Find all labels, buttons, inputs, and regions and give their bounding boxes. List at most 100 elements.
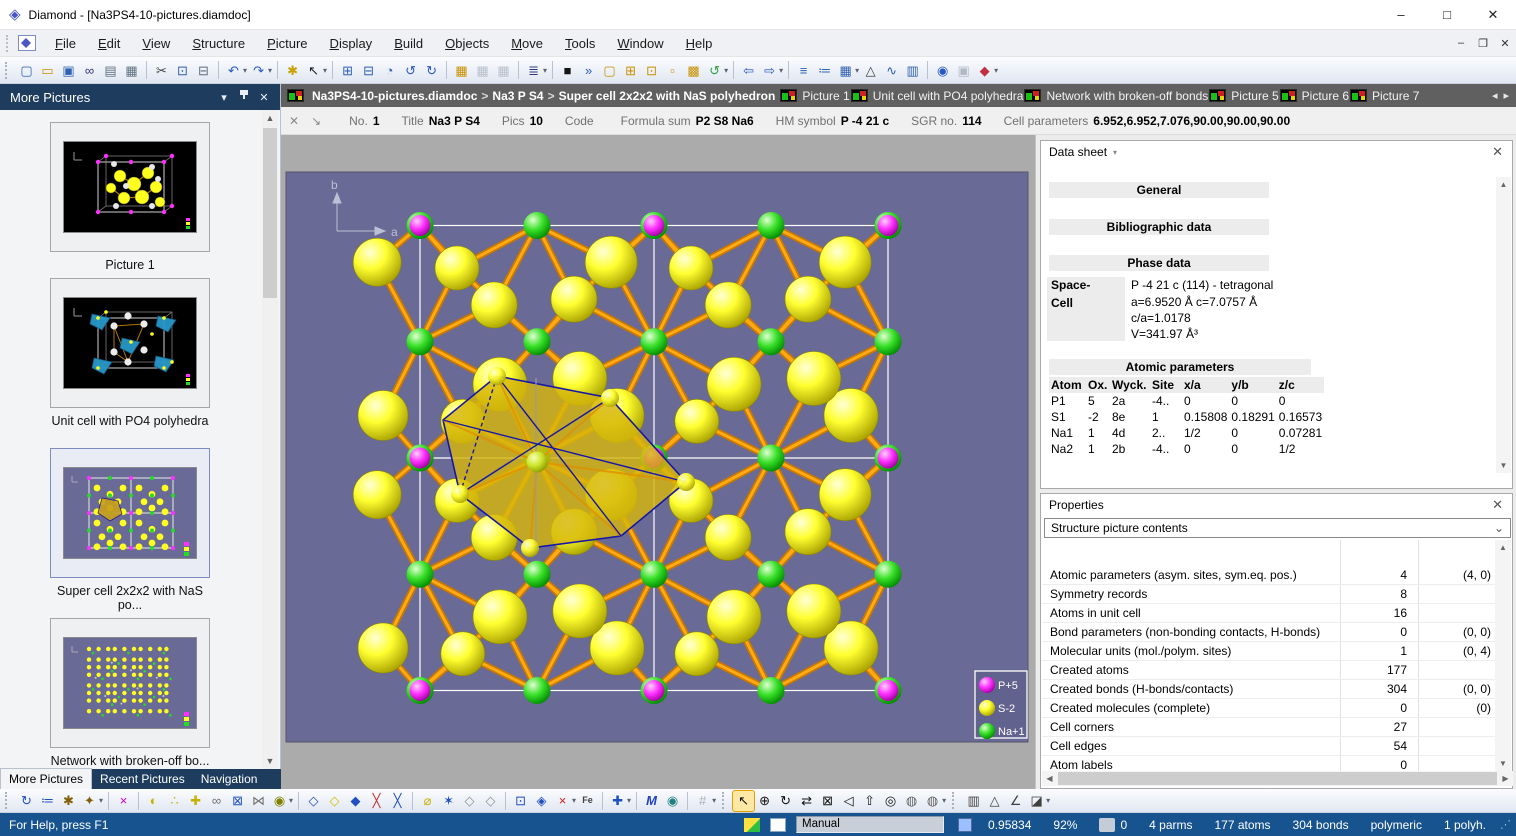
- sodium-atom[interactable]: [758, 677, 785, 704]
- menu-move[interactable]: Move: [500, 33, 554, 54]
- sodium-atom[interactable]: [524, 561, 551, 588]
- properties-hscrollbar[interactable]: ◀ ▶: [1042, 771, 1513, 786]
- sulfur-atom[interactable]: [441, 632, 485, 676]
- menu-file[interactable]: File: [44, 33, 87, 54]
- export-picture-icon[interactable]: ⇨: [759, 60, 780, 80]
- structure-canvas[interactable]: baP+5S-2Na+1: [281, 135, 1035, 789]
- property-row[interactable]: Atomic parameters (asym. sites, sym.eq. …: [1042, 566, 1497, 585]
- save-icon[interactable]: ▣: [58, 60, 79, 80]
- rotate-mode-icon[interactable]: ↻: [775, 791, 796, 811]
- continue-arrows-icon[interactable]: »: [578, 60, 599, 80]
- sulfur-atom[interactable]: [358, 623, 408, 673]
- atomic-row-na2[interactable]: Na212b-4..001/2: [1049, 441, 1324, 457]
- property-row[interactable]: Atom labels0: [1042, 756, 1497, 771]
- walk-mode-2-icon[interactable]: ◍: [922, 791, 943, 811]
- history-clock-icon[interactable]: ◔: [379, 60, 400, 80]
- sidebar-scrollbar[interactable]: ▲ ▼: [262, 110, 278, 769]
- thumbnail-image[interactable]: [50, 618, 210, 748]
- resize-mode-icon[interactable]: ⊠: [817, 791, 838, 811]
- bond-node-icon[interactable]: ⌀: [417, 791, 438, 811]
- edit-list-icon[interactable]: ≔: [37, 791, 58, 811]
- goto-info-icon[interactable]: ↘: [311, 114, 321, 128]
- scroll-down-icon[interactable]: ▼: [262, 753, 278, 769]
- minimize-button[interactable]: –: [1378, 0, 1424, 29]
- undo-history-icon[interactable]: ↺: [400, 60, 421, 80]
- new-picture-icon[interactable]: ▢: [599, 60, 620, 80]
- add-atom-plus-icon[interactable]: ✚: [185, 791, 206, 811]
- dropdown-caret-icon[interactable]: ▾: [724, 66, 728, 75]
- sulfur-atom[interactable]: [707, 590, 761, 644]
- spin-mode-icon[interactable]: ◎: [880, 791, 901, 811]
- property-row[interactable]: Bond parameters (non-bonding contacts, H…: [1042, 623, 1497, 642]
- sulfur-atom[interactable]: [675, 632, 719, 676]
- thumbnail-3[interactable]: Super cell 2x2x2 with NaS po...: [50, 448, 210, 612]
- mdi-restore-button[interactable]: ❐: [1472, 33, 1494, 53]
- pan-view-icon[interactable]: ✚: [607, 791, 628, 811]
- sodium-atom[interactable]: [524, 677, 551, 704]
- copy-table-icon[interactable]: ▦: [472, 60, 493, 80]
- scroll-down-icon[interactable]: ▼: [1495, 756, 1511, 771]
- destroy-atoms-icon[interactable]: ×: [113, 791, 134, 811]
- scroll-up-icon[interactable]: ▲: [262, 110, 278, 126]
- grid-view-icon[interactable]: ▦: [835, 60, 856, 80]
- tab-scroll-right-icon[interactable]: ▸: [1500, 87, 1512, 104]
- dropdown-caret-icon[interactable]: ▾: [543, 66, 547, 75]
- new-table-icon[interactable]: ▦: [451, 60, 472, 80]
- coordination-sphere-icon[interactable]: ◉: [269, 791, 290, 811]
- new-document-icon[interactable]: ▢: [16, 60, 37, 80]
- scroll-up-icon[interactable]: ▲: [1496, 177, 1511, 192]
- dropdown-caret-icon[interactable]: ▾: [99, 796, 103, 805]
- menu-help[interactable]: Help: [675, 33, 724, 54]
- thumbnail-4[interactable]: Network with broken-off bo...: [50, 618, 210, 768]
- toolbar-grip[interactable]: [5, 792, 11, 809]
- unit-cell-cube-icon[interactable]: ⊡: [510, 791, 531, 811]
- molecule-letter-icon[interactable]: M: [641, 791, 662, 811]
- measure-torsion-icon[interactable]: ∠: [1005, 791, 1026, 811]
- atomic-row-p1[interactable]: P152a-4..000: [1049, 393, 1324, 409]
- phosphorus-atom[interactable]: [878, 680, 899, 701]
- properties-vscrollbar[interactable]: ▲ ▼: [1495, 540, 1511, 771]
- thumbnail-2[interactable]: Unit cell with PO4 polyhedra: [50, 278, 210, 428]
- sulfur-atom[interactable]: [785, 276, 831, 322]
- dropdown-caret-icon[interactable]: ▾: [994, 66, 998, 75]
- paste-table-icon[interactable]: ▦: [493, 60, 514, 80]
- polyhedron-filled-icon[interactable]: ◆: [345, 791, 366, 811]
- sodium-atom[interactable]: [758, 445, 785, 472]
- perspective-mode-icon[interactable]: ◁: [838, 791, 859, 811]
- rhombohedron-icon[interactable]: ◈: [531, 791, 552, 811]
- phosphorus-atom[interactable]: [878, 215, 899, 236]
- picture-small-icon[interactable]: ▫: [662, 60, 683, 80]
- table-pane-icon[interactable]: ▥: [902, 60, 923, 80]
- lattice-cross-red-icon[interactable]: ╳: [366, 791, 387, 811]
- scrollbar-thumb[interactable]: [263, 128, 277, 298]
- property-row[interactable]: Molecular units (mol./polym. sites)1(0, …: [1042, 642, 1497, 661]
- scroll-left-icon[interactable]: ◀: [1042, 774, 1057, 783]
- document-view-icon[interactable]: ≡: [793, 60, 814, 80]
- atomic-row-na1[interactable]: Na114d2..1/200.07281: [1049, 425, 1324, 441]
- section-phase-data[interactable]: Phase data: [1049, 255, 1269, 271]
- breadcrumb-document[interactable]: Na3PS4-10-pictures.diamdoc: [312, 89, 477, 103]
- print-preview-icon[interactable]: ▤: [100, 60, 121, 80]
- distance-plot-icon[interactable]: △: [860, 60, 881, 80]
- cut-icon[interactable]: ✂: [151, 60, 172, 80]
- sodium-atom[interactable]: [407, 328, 434, 355]
- undo-icon[interactable]: ↶: [223, 60, 244, 80]
- hexagon-open-icon[interactable]: ◇: [459, 791, 480, 811]
- dropdown-caret-icon[interactable]: ▾: [627, 796, 631, 805]
- picture-tab-4[interactable]: Picture 5: [1208, 89, 1278, 103]
- scrollbar-thumb[interactable]: [1058, 772, 1497, 785]
- properties-close-icon[interactable]: ✕: [1489, 497, 1506, 513]
- menu-window[interactable]: Window: [606, 33, 674, 54]
- select-pointer-icon[interactable]: ↖: [303, 60, 324, 80]
- breadcrumb-picture[interactable]: Super cell 2x2x2 with NaS polyhedron: [559, 89, 776, 103]
- sulfur-atom[interactable]: [675, 399, 719, 443]
- build-hammer-icon[interactable]: ✦: [79, 791, 100, 811]
- data-sheet-view-icon[interactable]: ⊟: [358, 60, 379, 80]
- menu-picture[interactable]: Picture: [256, 33, 318, 54]
- mode-box[interactable]: Manual: [796, 816, 944, 833]
- sidebar-menu-caret-icon[interactable]: ▾: [214, 91, 234, 104]
- mdi-close-button[interactable]: ✕: [1494, 33, 1516, 53]
- picture-tab-1[interactable]: Picture 1: [779, 89, 849, 103]
- sulfur-atom[interactable]: [819, 236, 871, 288]
- connect-atoms-icon[interactable]: ∞: [206, 791, 227, 811]
